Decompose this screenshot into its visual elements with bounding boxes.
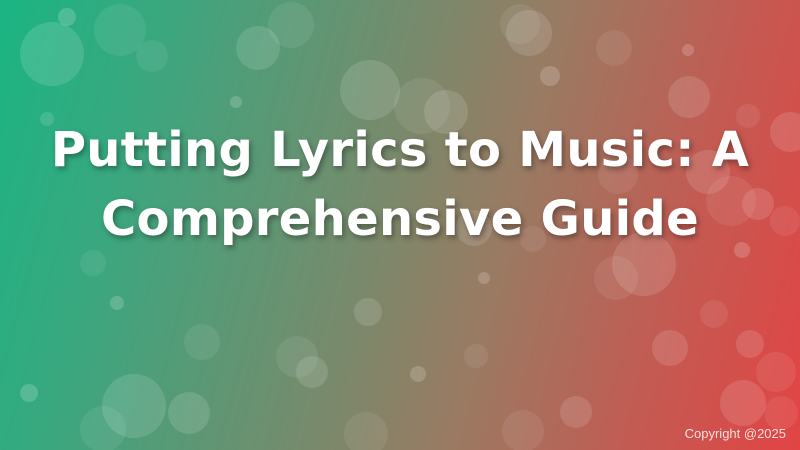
copyright-text: Copyright @2025 <box>684 426 786 441</box>
page-title: Putting Lyrics to Music: A Comprehensive… <box>50 122 750 247</box>
banner: Putting Lyrics to Music: A Comprehensive… <box>0 0 800 450</box>
